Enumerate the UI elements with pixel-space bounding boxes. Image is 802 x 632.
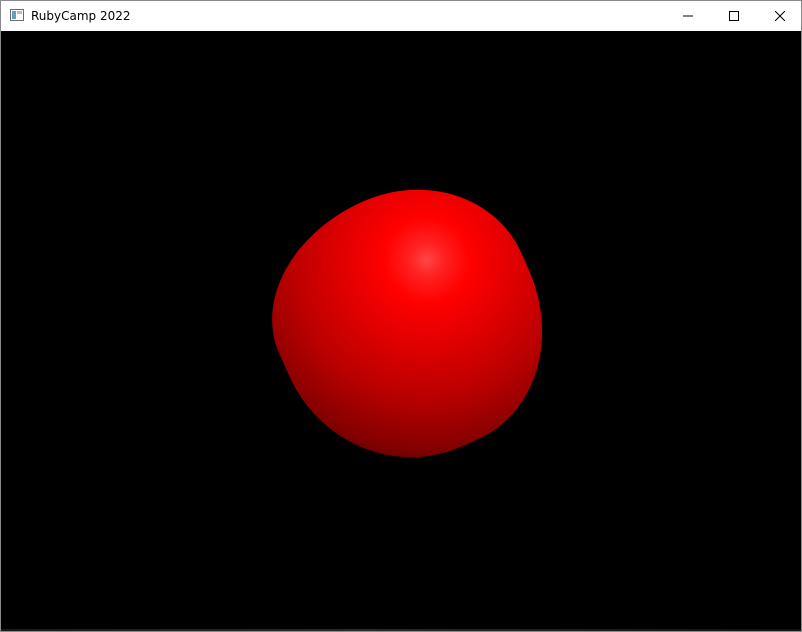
close-icon [775, 11, 785, 21]
window-title: RubyCamp 2022 [31, 9, 131, 23]
app-window: RubyCamp 2022 [0, 0, 802, 632]
minimize-button[interactable] [665, 1, 711, 31]
title-bar[interactable]: RubyCamp 2022 [1, 1, 801, 31]
render-canvas[interactable] [1, 31, 801, 631]
bottom-status-strip [1, 629, 801, 631]
app-window-icon [10, 9, 24, 21]
maximize-icon [729, 11, 739, 21]
red-sphere [236, 151, 584, 499]
close-button[interactable] [757, 1, 802, 31]
minimize-icon [683, 15, 693, 17]
maximize-button[interactable] [711, 1, 757, 31]
